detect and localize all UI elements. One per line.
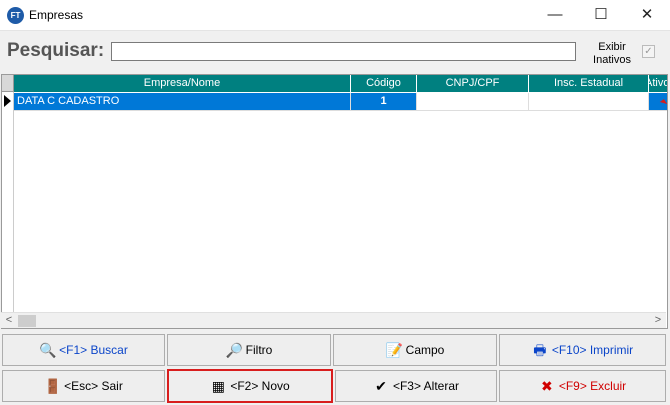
cell-cnpj[interactable]: [417, 93, 529, 111]
excluir-button[interactable]: ✖ <F9> Excluir: [499, 370, 666, 402]
horizontal-scrollbar[interactable]: < >: [1, 312, 666, 328]
printer-icon: 🖶: [533, 342, 547, 358]
maximize-button[interactable]: ☐: [578, 0, 624, 31]
cell-empresa[interactable]: DATA C CADASTRO: [14, 93, 351, 111]
scroll-left-icon[interactable]: <: [1, 313, 17, 329]
window-title: Empresas: [29, 8, 84, 22]
campo-button[interactable]: 📝 Campo: [333, 334, 497, 366]
exibir-label-line1: Exibir: [598, 41, 626, 53]
alterar-label: <F3> Alterar: [392, 379, 460, 393]
cell-insc-estadual[interactable]: [529, 93, 649, 111]
filtro-label: Filtro: [245, 343, 273, 357]
companies-grid[interactable]: Empresa/Nome Código CNPJ/CPF Insc. Estad…: [1, 74, 668, 329]
ativo-flag-icon: [659, 99, 667, 107]
cell-codigo[interactable]: 1: [351, 93, 417, 111]
row-indicator-column: [2, 75, 14, 328]
column-header-ativo[interactable]: Ativo: [649, 75, 667, 92]
search-label: Pesquisar:: [7, 40, 105, 61]
sair-button[interactable]: 🚪 <Esc> Sair: [2, 370, 165, 402]
novo-button[interactable]: ▦ <F2> Novo: [167, 369, 333, 403]
column-header-empresa[interactable]: Empresa/Nome: [14, 75, 351, 92]
field-edit-icon: 📝: [385, 342, 404, 358]
column-header-codigo[interactable]: Código: [351, 75, 417, 92]
cell-ativo[interactable]: [649, 93, 667, 111]
current-row-pointer-icon: [4, 95, 11, 107]
exibir-label-line2: Inativos: [593, 54, 631, 66]
sair-label: <Esc> Sair: [64, 379, 123, 393]
edit-check-icon: ✔: [375, 378, 387, 394]
exibir-inativos-label: Exibir Inativos: [587, 41, 637, 67]
filtro-button[interactable]: 🔎 Filtro: [167, 334, 331, 366]
exibir-inativos-checkbox[interactable]: ✓: [642, 45, 655, 58]
buscar-label: <F1> Buscar: [59, 343, 128, 357]
exit-door-icon: 🚪: [44, 378, 62, 394]
campo-label: Campo: [405, 343, 445, 357]
title-bar: FT Empresas — ☐ ✕: [0, 0, 670, 31]
app-logo-icon: FT: [7, 7, 24, 24]
search-document-icon: 🔍: [39, 342, 57, 358]
column-header-cnpj[interactable]: CNPJ/CPF: [417, 75, 529, 92]
scroll-right-icon[interactable]: >: [650, 313, 666, 329]
delete-icon: ✖: [540, 378, 553, 394]
header-indicator-cell: [2, 75, 14, 92]
alterar-button[interactable]: ✔ <F3> Alterar: [335, 370, 497, 402]
buscar-button[interactable]: 🔍 <F1> Buscar: [2, 334, 165, 366]
excluir-label: <F9> Excluir: [558, 379, 627, 393]
minimize-button[interactable]: —: [532, 0, 578, 31]
filter-icon: 🔎: [225, 342, 244, 358]
novo-label: <F2> Novo: [230, 379, 290, 393]
imprimir-label: <F10> Imprimir: [551, 343, 634, 357]
close-button[interactable]: ✕: [624, 0, 670, 31]
scroll-thumb[interactable]: [18, 315, 36, 327]
imprimir-button[interactable]: 🖶 <F10> Imprimir: [499, 334, 666, 366]
search-input[interactable]: [111, 42, 576, 61]
column-header-insc-estadual[interactable]: Insc. Estadual: [529, 75, 649, 92]
new-record-icon: ▦: [211, 378, 225, 394]
